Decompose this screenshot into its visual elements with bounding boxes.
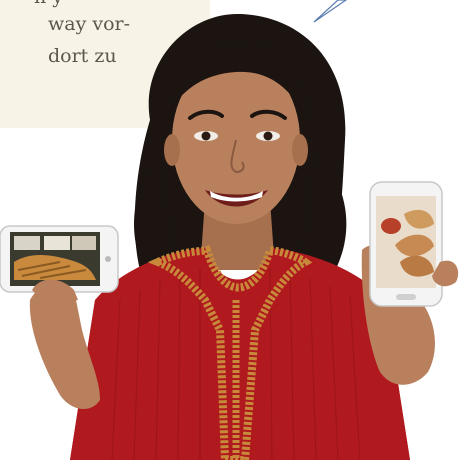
speech-bubble-pointer-icon xyxy=(313,0,348,23)
photo-stage: n y way vor- dort zu xyxy=(0,0,466,460)
